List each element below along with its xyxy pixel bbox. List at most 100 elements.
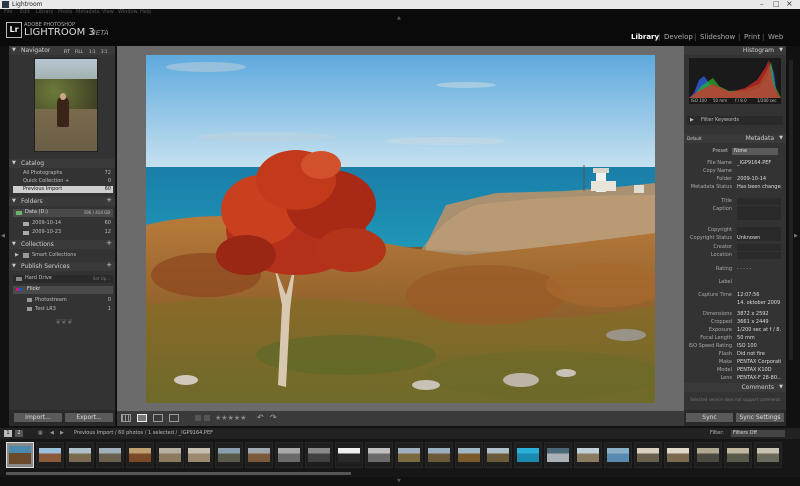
catalog-item[interactable]: Quick Collection + 0 — [13, 178, 113, 185]
navigator-preview[interactable] — [34, 58, 98, 152]
preset-select[interactable]: None — [732, 148, 778, 155]
filmstrip-thumbnail[interactable] — [155, 442, 184, 468]
metadata-value[interactable]: PENTAX K10D — [737, 367, 781, 374]
filmstrip-thumbnail[interactable] — [394, 442, 423, 468]
metadata-value[interactable] — [737, 206, 782, 220]
zoom-fit[interactable]: FIT — [64, 48, 70, 55]
publish-collection-item[interactable]: Photostream 0 — [13, 297, 113, 304]
module-web[interactable]: Web — [768, 32, 783, 42]
page-2-button[interactable]: 2 — [15, 430, 23, 437]
left-panel-toggle-icon[interactable]: ◀ — [1, 233, 5, 240]
forward-arrow-icon[interactable]: ▶ — [60, 430, 64, 437]
filmstrip-thumbnail[interactable] — [364, 442, 393, 468]
filmstrip-thumbnail[interactable] — [185, 442, 214, 468]
flag-icon[interactable] — [195, 415, 201, 421]
metadata-value[interactable] — [737, 244, 782, 251]
right-panel-toggle-icon[interactable]: ▶ — [794, 233, 798, 240]
collections-header[interactable]: ▼ Collections + — [9, 240, 115, 249]
metadata-preset-select[interactable]: Default — [687, 135, 702, 142]
zoom-1-1[interactable]: 1:1 — [89, 48, 95, 55]
export-button[interactable]: Export... — [65, 413, 113, 422]
reject-flag-icon[interactable] — [204, 415, 210, 421]
zoom-3-1[interactable]: 3:1 — [101, 48, 107, 55]
histogram-graph[interactable]: ISO 100 50 mm f / 8.0 1/200 sec — [689, 58, 781, 104]
navigator-header[interactable]: ▼ Navigator FIT FILL 1:1 3:1 — [9, 46, 115, 55]
volume-row[interactable]: Data (D:) 196 / 414 GB — [13, 209, 113, 217]
compare-view-icon[interactable] — [153, 414, 163, 422]
filmstrip-thumbnail[interactable] — [604, 442, 632, 468]
minimize-button[interactable]: – — [760, 1, 764, 8]
import-button[interactable]: Import... — [14, 413, 62, 422]
bottom-panel-toggle-icon[interactable]: ▼ — [397, 478, 401, 485]
filmstrip-thumbnail[interactable] — [723, 442, 752, 468]
keyword-filter[interactable]: ▶ Filter Keywords — [687, 116, 783, 125]
rotate-right-icon[interactable]: ↷ — [270, 413, 277, 423]
metadata-value[interactable]: 14. oktober 2009 — [737, 300, 781, 307]
filmstrip-thumbnail[interactable] — [424, 442, 453, 468]
zoom-fill[interactable]: FILL — [75, 48, 83, 55]
filmstrip-thumbnail[interactable] — [753, 442, 782, 468]
back-arrow-icon[interactable]: ◀ — [50, 430, 54, 437]
filmstrip-thumbnail[interactable] — [35, 442, 64, 468]
close-button[interactable]: × — [786, 0, 793, 7]
right-scrollbar[interactable] — [789, 60, 793, 360]
filmstrip-thumbnail[interactable] — [693, 442, 722, 468]
hard-drive-service[interactable]: Hard Drive Set Up... — [13, 275, 113, 283]
catalog-item-selected[interactable]: Previous Import 60 — [13, 186, 113, 193]
flickr-service[interactable]: Flickr — [13, 286, 113, 294]
grid-view-icon[interactable] — [121, 414, 131, 422]
filmstrip-thumbnail[interactable] — [633, 442, 662, 468]
metadata-value[interactable]: Unknown — [737, 235, 781, 242]
metadata-value[interactable]: ISO 100 — [737, 343, 781, 350]
filmstrip-thumbnail[interactable] — [663, 442, 692, 468]
filmstrip-thumbnail[interactable] — [484, 442, 513, 468]
metadata-value[interactable]: PENTAX-F 28-80... — [737, 375, 781, 382]
filmstrip-thumbnail[interactable] — [334, 442, 363, 468]
module-library[interactable]: Library — [631, 32, 659, 42]
maximize-button[interactable]: □ — [773, 1, 780, 8]
add-service-icon[interactable]: + — [106, 262, 112, 269]
metadata-value[interactable] — [737, 198, 782, 205]
publish-header[interactable]: ▼ Publish Services + — [9, 262, 115, 271]
top-panel-toggle-icon[interactable]: ▲ — [397, 15, 401, 22]
sync-button[interactable]: Sync — [686, 413, 733, 422]
rating-stars[interactable]: ★★★★★ — [215, 414, 246, 423]
grid-icon[interactable]: ▦ — [38, 430, 43, 437]
filmstrip-thumbnail[interactable] — [305, 442, 333, 468]
filmstrip-thumbnail[interactable] — [95, 442, 124, 468]
module-develop[interactable]: Develop — [664, 32, 693, 42]
filmstrip-source[interactable]: Previous Import / 60 photos / 1 selected… — [74, 430, 213, 437]
metadata-value[interactable]: _IGP9164.PEF — [737, 160, 781, 167]
comments-header[interactable]: Comments ▼ — [684, 383, 786, 392]
filmstrip-thumbnail[interactable] — [215, 442, 244, 468]
metadata-value[interactable]: 2009-10-14 — [737, 176, 781, 183]
filmstrip-thumbnail[interactable] — [65, 442, 94, 468]
filmstrip-scrollbar[interactable] — [6, 472, 351, 475]
folder-item[interactable]: 2009-10-23 12 — [13, 229, 113, 236]
metadata-value[interactable] — [737, 252, 782, 259]
catalog-item[interactable]: All Photographs 72 — [13, 170, 113, 177]
filmstrip-thumbnail[interactable] — [514, 442, 543, 468]
filmstrip-thumbnail[interactable] — [544, 442, 573, 468]
folder-item[interactable]: 2009-10-14 60 — [13, 220, 113, 227]
metadata-value[interactable]: 12:07:56 — [737, 292, 781, 299]
metadata-value[interactable]: PENTAX Corporation — [737, 359, 781, 366]
filmstrip-thumbnail[interactable] — [245, 442, 274, 468]
metadata-value[interactable]: 50 mm — [737, 335, 781, 342]
loupe-view-icon[interactable] — [137, 414, 147, 422]
metadata-header[interactable]: Default Metadata ▼ — [684, 134, 786, 143]
filmstrip-thumbnail[interactable] — [125, 442, 154, 468]
metadata-value[interactable]: 3872 x 2592 — [737, 311, 781, 318]
filmstrip-thumbnail[interactable] — [6, 442, 34, 468]
filter-select[interactable]: Filters Off — [731, 430, 785, 437]
sync-settings-button[interactable]: Sync Settings — [736, 413, 784, 422]
metadata-value[interactable]: · · · · · — [737, 266, 781, 273]
module-slideshow[interactable]: Slideshow — [700, 32, 735, 42]
rotate-left-icon[interactable]: ↶ — [257, 413, 264, 423]
filmstrip-thumbnail[interactable] — [454, 442, 483, 468]
filmstrip-thumbnail[interactable] — [574, 442, 603, 468]
catalog-header[interactable]: ▼ Catalog — [9, 159, 115, 168]
metadata-value[interactable]: Has been changed — [737, 184, 781, 191]
collection-item[interactable]: ▶ Smart Collections — [13, 252, 113, 259]
main-photo[interactable] — [146, 55, 655, 403]
